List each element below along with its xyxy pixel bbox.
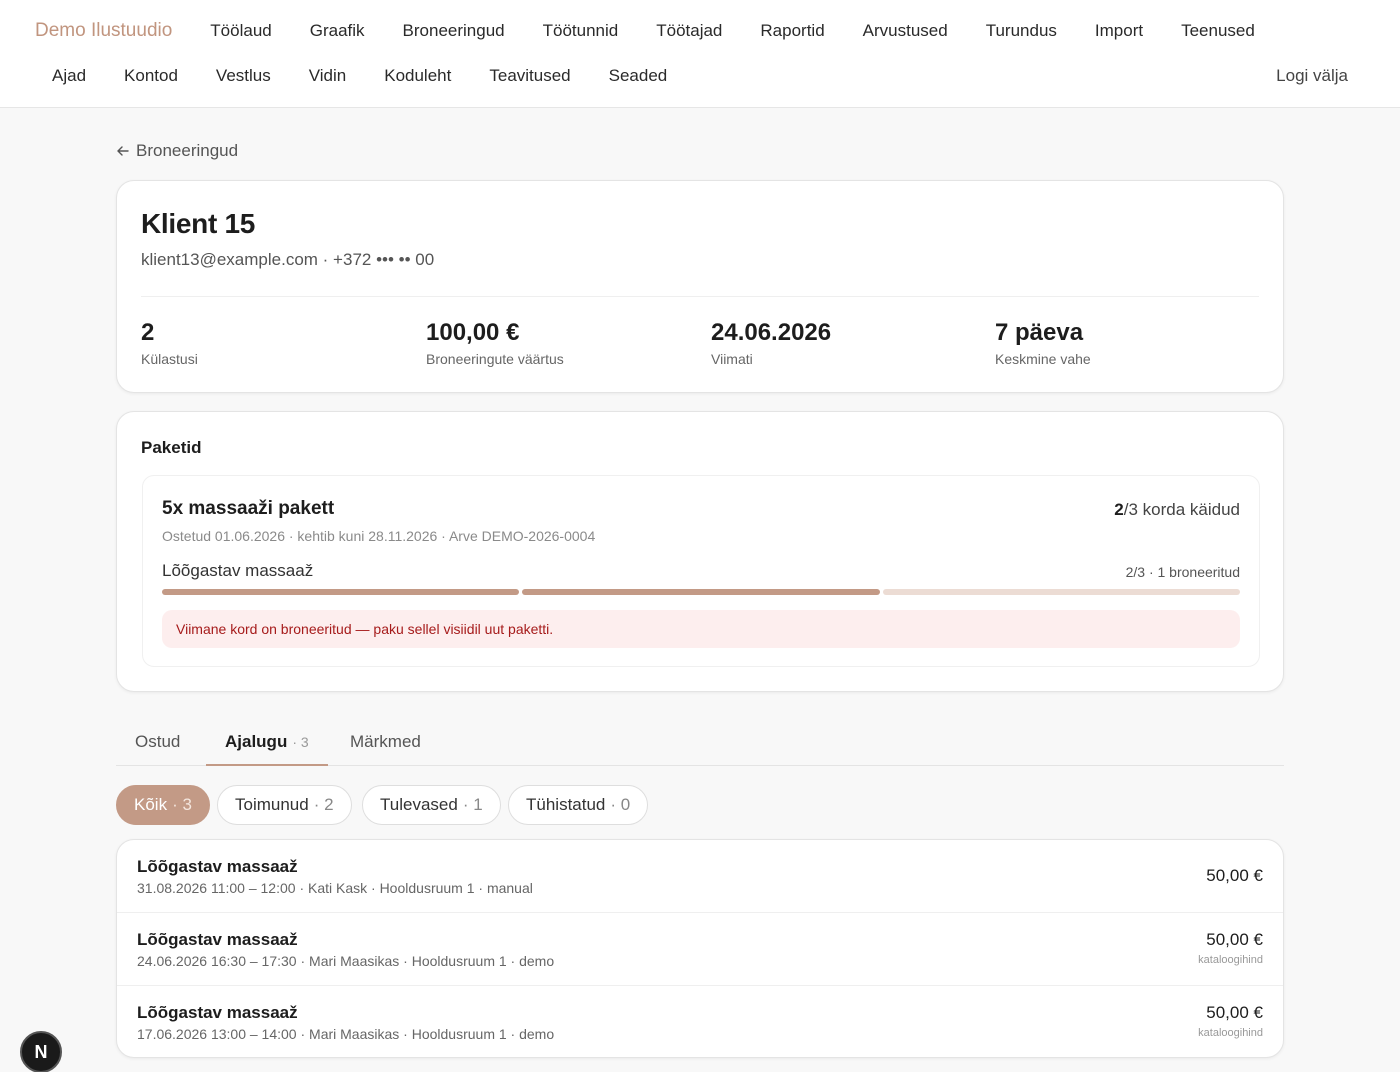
filter-cancelled[interactable]: Tühistatud · 0 xyxy=(508,785,649,825)
tab-ostud[interactable]: Ostud xyxy=(135,722,180,766)
booking-meta: 31.08.2026 11:00 – 12:00 · Kati Kask · H… xyxy=(137,880,533,896)
nav-item-koduleht[interactable]: Koduleht xyxy=(384,66,451,86)
nav-item-arvustused[interactable]: Arvustused xyxy=(863,21,948,41)
logout-link[interactable]: Logi välja xyxy=(1276,62,1348,90)
filter-label: Toimunud xyxy=(235,795,309,814)
packages-title: Paketid xyxy=(141,438,202,457)
tab-label: Ajalugu xyxy=(225,732,288,751)
booking-price: 50,00 € xyxy=(1206,866,1263,885)
nav-row-primary: Demo Ilustuudio Töölaud Graafik Broneeri… xyxy=(35,17,1293,45)
package-used-count: 2 xyxy=(1114,500,1124,519)
package-service-name: Lõõgastav massaaž xyxy=(162,561,314,580)
filter-count: · 2 xyxy=(313,795,334,814)
nav-item-kontod[interactable]: Kontod xyxy=(124,66,178,86)
stat-label: Külastusi xyxy=(141,351,198,367)
package-meta: Ostetud 01.06.2026 · kehtib kuni 28.11.2… xyxy=(162,528,596,544)
tab-ajalugu[interactable]: Ajalugu · 3 xyxy=(206,722,328,766)
nav-item-raportid[interactable]: Raportid xyxy=(760,21,824,41)
nav-item-ajad[interactable]: Ajad xyxy=(52,66,86,86)
nav-item-import[interactable]: Import xyxy=(1095,21,1143,41)
arrow-left-icon xyxy=(117,146,129,156)
booking-price: 50,00 € xyxy=(1206,930,1263,949)
back-link-label: Broneeringud xyxy=(136,141,239,160)
package-alert: Viimane kord on broneeritud — paku selle… xyxy=(162,610,1240,648)
filter-completed[interactable]: Toimunud · 2 xyxy=(217,785,352,825)
booking-service: Lõõgastav massaaž xyxy=(137,857,298,876)
tab-label: Märkmed xyxy=(350,732,421,751)
nav-item-tootajad[interactable]: Töötajad xyxy=(656,21,722,41)
back-link[interactable]: Broneeringud xyxy=(116,141,238,161)
nav-item-tootunnid[interactable]: Töötunnid xyxy=(543,21,619,41)
booking-row[interactable]: Lõõgastav massaaž 31.08.2026 11:00 – 12:… xyxy=(117,840,1283,913)
client-tabs: Ostud Ajalugu · 3 Märkmed xyxy=(116,722,1284,766)
package-service-count: 2/3 · 1 broneeritud xyxy=(1125,564,1240,580)
booking-price: 50,00 € xyxy=(1206,1003,1263,1022)
filter-label: Tühistatud xyxy=(526,795,606,814)
stat-visits: 2 Külastusi xyxy=(141,319,198,367)
stat-value: 100,00 € xyxy=(426,319,520,346)
tab-label: Ostud xyxy=(135,732,181,751)
booking-service: Lõõgastav massaaž xyxy=(137,930,298,949)
progress-segment-used xyxy=(162,589,520,595)
package-usage-count: 2/3 korda käidud xyxy=(1114,500,1240,520)
client-contact: klient13@example.com · +372 ••• •• 00 xyxy=(141,250,435,269)
filter-all[interactable]: Kõik · 3 xyxy=(116,785,210,825)
booking-row[interactable]: Lõõgastav massaaž 24.06.2026 16:30 – 17:… xyxy=(117,913,1283,986)
nav-item-turundus[interactable]: Turundus xyxy=(986,21,1057,41)
nav-row-secondary: Ajad Kontod Vestlus Vidin Koduleht Teavi… xyxy=(52,62,705,90)
stat-value: 2 xyxy=(141,319,155,346)
stat-value: 24.06.2026 xyxy=(711,319,832,346)
stat-last-visit: 24.06.2026 Viimati xyxy=(711,319,831,367)
divider xyxy=(141,296,1259,297)
filter-label: Tulevased xyxy=(380,795,458,814)
packages-card: Paketid 5x massaaži pakett 2/3 korda käi… xyxy=(116,411,1284,692)
filter-upcoming[interactable]: Tulevased · 1 xyxy=(362,785,501,825)
filter-count: · 1 xyxy=(462,795,483,814)
client-summary-card: Klient 15 klient13@example.com · +372 ••… xyxy=(116,180,1284,393)
package-count-suffix: /3 korda käidud xyxy=(1123,500,1240,519)
stat-value: 7 päeva xyxy=(995,319,1084,346)
nav-item-teenused[interactable]: Teenused xyxy=(1181,21,1255,41)
booking-row[interactable]: Lõõgastav massaaž 17.06.2026 13:00 – 14:… xyxy=(117,986,1283,1057)
tab-count: · 3 xyxy=(292,734,309,750)
stat-average-gap: 7 päeva Keskmine vahe xyxy=(995,319,1091,367)
nav-item-broneeringud[interactable]: Broneeringud xyxy=(403,21,505,41)
dev-tools-button[interactable]: N xyxy=(20,1031,62,1072)
nav-item-vestlus[interactable]: Vestlus xyxy=(216,66,271,86)
nav-item-vidin[interactable]: Vidin xyxy=(309,66,347,86)
brand-logo[interactable]: Demo Ilustuudio xyxy=(35,20,172,42)
nav-item-seaded[interactable]: Seaded xyxy=(609,66,668,86)
nav-item-graafik[interactable]: Graafik xyxy=(310,21,365,41)
package-item: 5x massaaži pakett 2/3 korda käidud Oste… xyxy=(142,475,1260,667)
filter-count: · 3 xyxy=(172,795,192,814)
client-name: Klient 15 xyxy=(141,208,256,239)
progress-segment-used xyxy=(522,589,880,595)
package-progress-bar xyxy=(162,589,1240,595)
stat-label: Broneeringute väärtus xyxy=(426,351,564,367)
booking-price-note: kataloogihind xyxy=(1198,1027,1263,1039)
progress-segment-remaining xyxy=(882,589,1240,595)
stat-label: Keskmine vahe xyxy=(995,351,1091,367)
booking-meta: 24.06.2026 16:30 – 17:30 · Mari Maasikas… xyxy=(137,953,555,969)
booking-meta: 17.06.2026 13:00 – 14:00 · Mari Maasikas… xyxy=(137,1026,555,1042)
top-navigation: Demo Ilustuudio Töölaud Graafik Broneeri… xyxy=(0,0,1400,108)
booking-history-list: Lõõgastav massaaž 31.08.2026 11:00 – 12:… xyxy=(116,839,1284,1058)
tab-markmed[interactable]: Märkmed xyxy=(350,722,421,766)
booking-service: Lõõgastav massaaž xyxy=(137,1003,298,1022)
stat-booking-value: 100,00 € Broneeringute väärtus xyxy=(426,319,564,367)
filter-label: Kõik xyxy=(134,795,168,814)
filter-count: · 0 xyxy=(610,795,631,814)
nav-item-toolaud[interactable]: Töölaud xyxy=(210,21,271,41)
package-name: 5x massaaži pakett xyxy=(162,498,335,519)
nav-item-teavitused[interactable]: Teavitused xyxy=(489,66,570,86)
booking-price-note: kataloogihind xyxy=(1198,954,1263,966)
stat-label: Viimati xyxy=(711,351,753,367)
